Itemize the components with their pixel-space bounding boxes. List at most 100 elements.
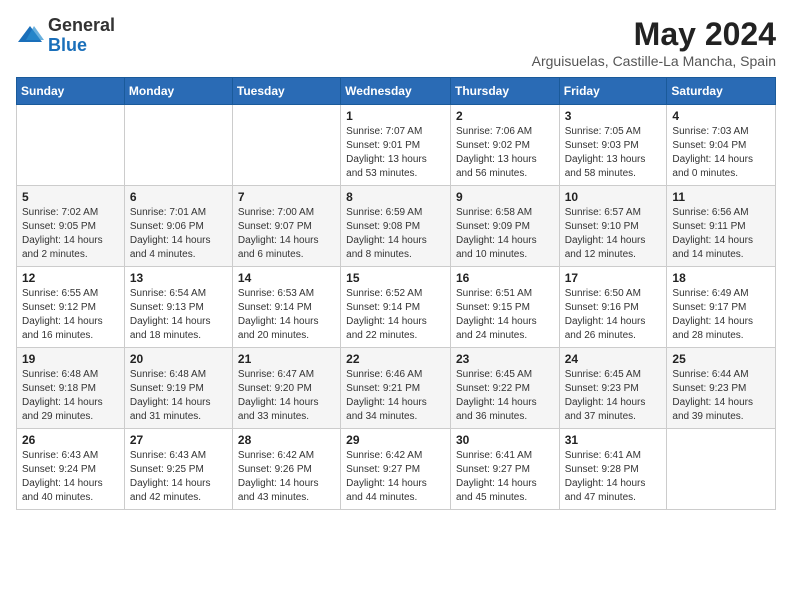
day-number: 13 [130, 271, 227, 285]
page-header: General Blue May 2024 Arguisuelas, Casti… [16, 16, 776, 69]
calendar-day-cell: 29 Sunrise: 6:42 AM Sunset: 9:27 PM Dayli… [341, 429, 451, 510]
day-info: Sunrise: 6:42 AM Sunset: 9:26 PM Dayligh… [238, 449, 335, 505]
day-number: 14 [238, 271, 335, 285]
day-number: 26 [22, 433, 119, 447]
calendar-day-cell: 25 Sunrise: 6:44 AM Sunset: 9:23 PM Dayli… [667, 348, 776, 429]
calendar-week-row: 19 Sunrise: 6:48 AM Sunset: 9:18 PM Dayli… [17, 348, 776, 429]
day-number: 25 [672, 352, 770, 366]
calendar-week-row: 26 Sunrise: 6:43 AM Sunset: 9:24 PM Dayli… [17, 429, 776, 510]
calendar-day-cell: 14 Sunrise: 6:53 AM Sunset: 9:14 PM Dayli… [232, 267, 340, 348]
weekday-header: Saturday [667, 78, 776, 105]
day-number: 22 [346, 352, 445, 366]
day-info: Sunrise: 6:53 AM Sunset: 9:14 PM Dayligh… [238, 287, 335, 343]
calendar-header: SundayMondayTuesdayWednesdayThursdayFrid… [17, 78, 776, 105]
day-number: 30 [456, 433, 554, 447]
calendar-day-cell: 3 Sunrise: 7:05 AM Sunset: 9:03 PM Daylig… [559, 105, 667, 186]
day-number: 11 [672, 190, 770, 204]
weekday-header: Sunday [17, 78, 125, 105]
day-info: Sunrise: 6:56 AM Sunset: 9:11 PM Dayligh… [672, 206, 770, 262]
day-info: Sunrise: 6:51 AM Sunset: 9:15 PM Dayligh… [456, 287, 554, 343]
day-number: 7 [238, 190, 335, 204]
calendar-day-cell: 17 Sunrise: 6:50 AM Sunset: 9:16 PM Dayli… [559, 267, 667, 348]
calendar-day-cell [124, 105, 232, 186]
day-info: Sunrise: 6:46 AM Sunset: 9:21 PM Dayligh… [346, 368, 445, 424]
calendar-day-cell: 8Sunrise: 6:59 AM Sunset: 9:08 PM Daylig… [341, 186, 451, 267]
calendar-day-cell: 20Sunrise: 6:48 AM Sunset: 9:19 PM Dayli… [124, 348, 232, 429]
day-number: 19 [22, 352, 119, 366]
day-number: 6 [130, 190, 227, 204]
weekday-header: Monday [124, 78, 232, 105]
day-number: 28 [238, 433, 335, 447]
day-number: 15 [346, 271, 445, 285]
weekday-header: Thursday [450, 78, 559, 105]
day-info: Sunrise: 7:05 AM Sunset: 9:03 PM Dayligh… [565, 125, 662, 181]
calendar-day-cell [232, 105, 340, 186]
day-number: 2 [456, 109, 554, 123]
day-info: Sunrise: 6:48 AM Sunset: 9:18 PM Dayligh… [22, 368, 119, 424]
day-number: 18 [672, 271, 770, 285]
day-info: Sunrise: 6:42 AM Sunset: 9:27 PM Dayligh… [346, 449, 445, 505]
calendar-day-cell: 31 Sunrise: 6:41 AM Sunset: 9:28 PM Dayli… [559, 429, 667, 510]
day-number: 27 [130, 433, 227, 447]
day-number: 20 [130, 352, 227, 366]
calendar-day-cell: 16 Sunrise: 6:51 AM Sunset: 9:15 PM Dayli… [450, 267, 559, 348]
day-info: Sunrise: 6:55 AM Sunset: 9:12 PM Dayligh… [22, 287, 119, 343]
calendar-day-cell: 10Sunrise: 6:57 AM Sunset: 9:10 PM Dayli… [559, 186, 667, 267]
calendar-table: SundayMondayTuesdayWednesdayThursdayFrid… [16, 77, 776, 510]
day-info: Sunrise: 6:52 AM Sunset: 9:14 PM Dayligh… [346, 287, 445, 343]
title-block: May 2024 Arguisuelas, Castille-La Mancha… [532, 16, 776, 69]
month-title: May 2024 [532, 16, 776, 53]
day-info: Sunrise: 7:07 AM Sunset: 9:01 PM Dayligh… [346, 125, 445, 181]
location-title: Arguisuelas, Castille-La Mancha, Spain [532, 53, 776, 69]
calendar-day-cell [667, 429, 776, 510]
day-number: 5 [22, 190, 119, 204]
weekday-header: Friday [559, 78, 667, 105]
calendar-day-cell: 28 Sunrise: 6:42 AM Sunset: 9:26 PM Dayli… [232, 429, 340, 510]
calendar-day-cell: 19 Sunrise: 6:48 AM Sunset: 9:18 PM Dayli… [17, 348, 125, 429]
weekday-row: SundayMondayTuesdayWednesdayThursdayFrid… [17, 78, 776, 105]
day-info: Sunrise: 7:03 AM Sunset: 9:04 PM Dayligh… [672, 125, 770, 181]
day-number: 31 [565, 433, 662, 447]
day-number: 12 [22, 271, 119, 285]
calendar-day-cell: 27 Sunrise: 6:43 AM Sunset: 9:25 PM Dayli… [124, 429, 232, 510]
calendar-day-cell: 24Sunrise: 6:45 AM Sunset: 9:23 PM Dayli… [559, 348, 667, 429]
logo-blue: Blue [48, 36, 115, 56]
day-number: 16 [456, 271, 554, 285]
calendar-day-cell: 12 Sunrise: 6:55 AM Sunset: 9:12 PM Dayli… [17, 267, 125, 348]
calendar-week-row: 1 Sunrise: 7:07 AM Sunset: 9:01 PM Daylig… [17, 105, 776, 186]
day-info: Sunrise: 6:50 AM Sunset: 9:16 PM Dayligh… [565, 287, 662, 343]
day-info: Sunrise: 7:01 AM Sunset: 9:06 PM Dayligh… [130, 206, 227, 262]
calendar-day-cell: 9 Sunrise: 6:58 AM Sunset: 9:09 PM Daylig… [450, 186, 559, 267]
calendar-body: 1 Sunrise: 7:07 AM Sunset: 9:01 PM Daylig… [17, 105, 776, 510]
logo-general: General [48, 16, 115, 36]
day-number: 3 [565, 109, 662, 123]
day-number: 1 [346, 109, 445, 123]
calendar-day-cell: 7 Sunrise: 7:00 AM Sunset: 9:07 PM Daylig… [232, 186, 340, 267]
day-info: Sunrise: 6:43 AM Sunset: 9:25 PM Dayligh… [130, 449, 227, 505]
day-info: Sunrise: 6:54 AM Sunset: 9:13 PM Dayligh… [130, 287, 227, 343]
day-number: 29 [346, 433, 445, 447]
day-info: Sunrise: 6:58 AM Sunset: 9:09 PM Dayligh… [456, 206, 554, 262]
day-number: 9 [456, 190, 554, 204]
day-info: Sunrise: 6:44 AM Sunset: 9:23 PM Dayligh… [672, 368, 770, 424]
calendar-week-row: 5 Sunrise: 7:02 AM Sunset: 9:05 PM Daylig… [17, 186, 776, 267]
logo-icon [16, 22, 44, 50]
logo-text: General Blue [48, 16, 115, 56]
calendar-day-cell: 15 Sunrise: 6:52 AM Sunset: 9:14 PM Dayli… [341, 267, 451, 348]
calendar-day-cell: 18 Sunrise: 6:49 AM Sunset: 9:17 PM Dayli… [667, 267, 776, 348]
day-info: Sunrise: 6:49 AM Sunset: 9:17 PM Dayligh… [672, 287, 770, 343]
day-number: 4 [672, 109, 770, 123]
day-info: Sunrise: 6:43 AM Sunset: 9:24 PM Dayligh… [22, 449, 119, 505]
day-info: Sunrise: 6:45 AM Sunset: 9:22 PM Dayligh… [456, 368, 554, 424]
day-info: Sunrise: 7:06 AM Sunset: 9:02 PM Dayligh… [456, 125, 554, 181]
calendar-day-cell: 22 Sunrise: 6:46 AM Sunset: 9:21 PM Dayli… [341, 348, 451, 429]
weekday-header: Wednesday [341, 78, 451, 105]
day-info: Sunrise: 7:02 AM Sunset: 9:05 PM Dayligh… [22, 206, 119, 262]
calendar-day-cell: 5 Sunrise: 7:02 AM Sunset: 9:05 PM Daylig… [17, 186, 125, 267]
day-info: Sunrise: 6:47 AM Sunset: 9:20 PM Dayligh… [238, 368, 335, 424]
day-info: Sunrise: 6:45 AM Sunset: 9:23 PM Dayligh… [565, 368, 662, 424]
day-info: Sunrise: 6:41 AM Sunset: 9:28 PM Dayligh… [565, 449, 662, 505]
day-number: 17 [565, 271, 662, 285]
day-info: Sunrise: 6:41 AM Sunset: 9:27 PM Dayligh… [456, 449, 554, 505]
day-info: Sunrise: 7:00 AM Sunset: 9:07 PM Dayligh… [238, 206, 335, 262]
